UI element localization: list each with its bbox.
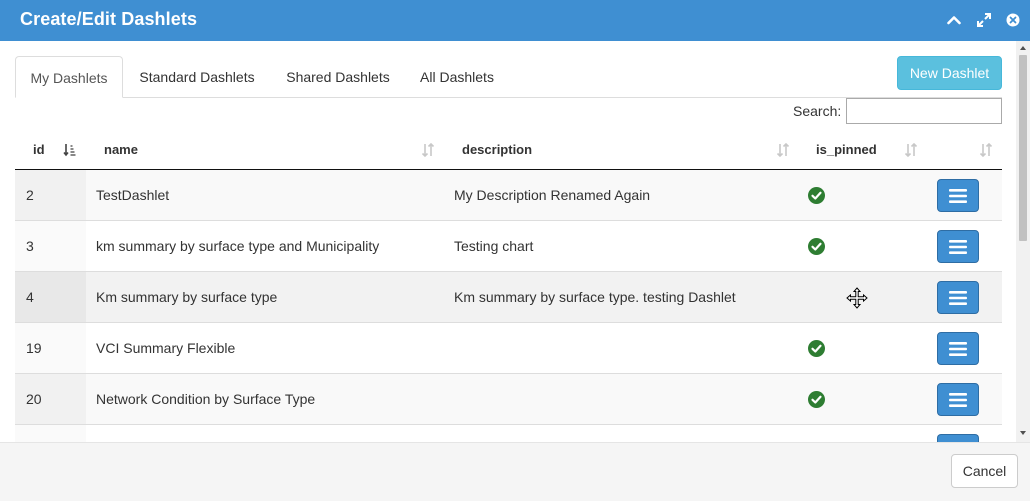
row-menu-button[interactable] bbox=[937, 179, 979, 212]
tab-standard-dashlets[interactable]: Standard Dashlets bbox=[123, 56, 271, 98]
row-name: km summary by surface type and Municipal… bbox=[96, 238, 380, 254]
row-menu-button[interactable] bbox=[937, 434, 979, 442]
row-id: 3 bbox=[15, 221, 86, 271]
hamburger-icon bbox=[949, 290, 967, 305]
table-row[interactable]: 20 Network Condition by Surface Type bbox=[15, 374, 1002, 425]
row-id: 2 bbox=[15, 170, 86, 220]
sort-icon[interactable] bbox=[776, 142, 790, 158]
table-row[interactable] bbox=[15, 425, 1002, 442]
dialog-header: Create/Edit Dashlets bbox=[0, 0, 1030, 41]
row-menu-button[interactable] bbox=[937, 281, 979, 314]
search-input[interactable] bbox=[846, 98, 1002, 124]
dialog-footer: Cancel bbox=[0, 442, 1030, 501]
maximize-button[interactable] bbox=[974, 10, 994, 30]
new-dashlet-button[interactable]: New Dashlet bbox=[897, 56, 1002, 90]
sort-asc-active-icon[interactable] bbox=[63, 142, 77, 158]
row-id: 4 bbox=[15, 272, 86, 322]
row-name: Network Condition by Surface Type bbox=[96, 391, 316, 407]
tab-my-dashlets[interactable]: My Dashlets bbox=[15, 56, 123, 98]
row-name: TestDashlet bbox=[96, 187, 170, 203]
row-name: VCI Summary Flexible bbox=[96, 340, 236, 356]
column-header-name[interactable]: name bbox=[104, 129, 138, 170]
tab-shared-dashlets[interactable]: Shared Dashlets bbox=[271, 56, 405, 98]
dashlets-table: id name description is_pinned 2 TestDash… bbox=[15, 129, 1002, 442]
sort-icon[interactable] bbox=[979, 142, 993, 158]
row-menu-button[interactable] bbox=[937, 332, 979, 365]
cancel-button[interactable]: Cancel bbox=[951, 454, 1018, 488]
column-header-description[interactable]: description bbox=[462, 129, 532, 170]
row-id: 20 bbox=[15, 374, 86, 424]
sort-icon[interactable] bbox=[421, 142, 435, 158]
row-id: 19 bbox=[15, 323, 86, 373]
scroll-up-arrow-icon[interactable] bbox=[1019, 44, 1027, 52]
dialog-body: My Dashlets Standard Dashlets Shared Das… bbox=[0, 41, 1030, 442]
hamburger-icon bbox=[949, 341, 967, 356]
check-circle-icon bbox=[808, 340, 825, 357]
row-id-cell bbox=[15, 425, 86, 442]
scroll-down-arrow-icon[interactable] bbox=[1019, 429, 1027, 437]
check-circle-icon bbox=[808, 391, 825, 408]
scrollbar-thumb[interactable] bbox=[1019, 55, 1027, 241]
table-row[interactable]: 19 VCI Summary Flexible bbox=[15, 323, 1002, 374]
move-cursor-icon bbox=[846, 287, 868, 309]
row-menu-button[interactable] bbox=[937, 383, 979, 416]
dialog-title: Create/Edit Dashlets bbox=[20, 9, 198, 29]
table-row[interactable]: 3 km summary by surface type and Municip… bbox=[15, 221, 1002, 272]
close-icon bbox=[1006, 13, 1020, 27]
close-button[interactable] bbox=[1003, 10, 1023, 30]
hamburger-icon bbox=[949, 239, 967, 254]
row-description: Testing chart bbox=[454, 238, 534, 254]
column-header-id[interactable]: id bbox=[33, 129, 45, 170]
column-header-is-pinned[interactable]: is_pinned bbox=[816, 129, 877, 170]
hamburger-icon bbox=[949, 188, 967, 203]
row-menu-button[interactable] bbox=[937, 230, 979, 263]
row-description: Km summary by surface type. testing Dash… bbox=[454, 289, 736, 305]
collapse-button[interactable] bbox=[944, 10, 964, 30]
table-row[interactable]: 2 TestDashlet My Description Renamed Aga… bbox=[15, 170, 1002, 221]
sort-icon[interactable] bbox=[904, 142, 918, 158]
chevron-up-icon bbox=[947, 16, 961, 25]
row-name: Km summary by surface type bbox=[96, 289, 278, 305]
vertical-scrollbar[interactable] bbox=[1016, 41, 1030, 442]
expand-icon bbox=[977, 13, 991, 27]
tab-all-dashlets[interactable]: All Dashlets bbox=[405, 56, 509, 98]
hamburger-icon bbox=[949, 392, 967, 407]
search-label: Search: bbox=[793, 103, 842, 119]
row-description: My Description Renamed Again bbox=[454, 187, 651, 203]
table-header: id name description is_pinned bbox=[15, 129, 1002, 170]
check-circle-icon bbox=[808, 187, 825, 204]
check-circle-icon bbox=[808, 238, 825, 255]
tab-bar: My Dashlets Standard Dashlets Shared Das… bbox=[15, 56, 1002, 98]
